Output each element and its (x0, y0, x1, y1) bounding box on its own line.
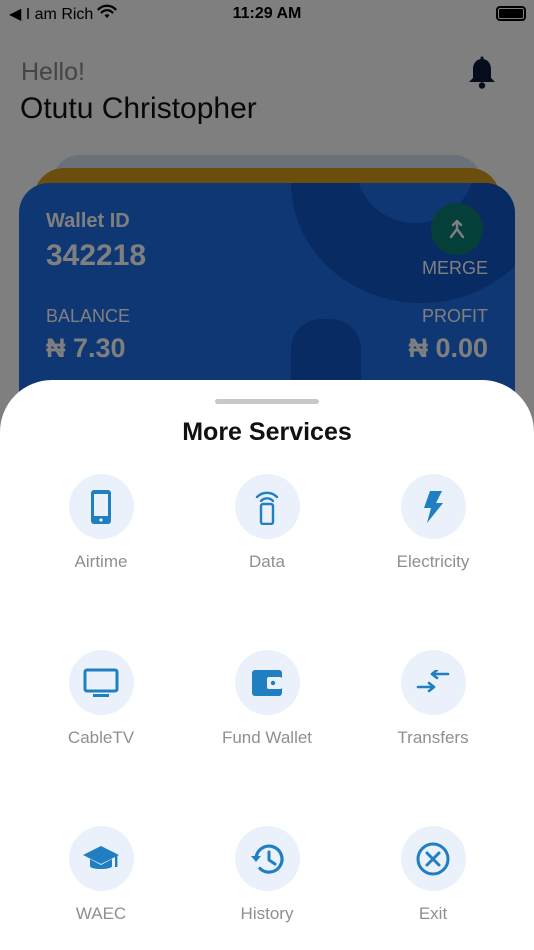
service-icon-circle (234, 474, 300, 539)
tv-icon (83, 668, 119, 697)
service-icon-circle (234, 826, 300, 891)
history-icon (251, 844, 284, 874)
wallet-icon (252, 669, 282, 696)
service-history[interactable]: History (184, 826, 350, 946)
service-label: Fund Wallet (221, 728, 313, 747)
service-label: Airtime (74, 552, 128, 571)
service-icon-circle (68, 826, 134, 891)
service-data[interactable]: Data (184, 474, 350, 594)
service-electricity[interactable]: Electricity (350, 474, 516, 594)
sheet-title: More Services (182, 418, 352, 446)
service-transfers[interactable]: Transfers (350, 650, 516, 770)
service-label: Electricity (396, 552, 470, 571)
transfer-icon (416, 669, 450, 692)
lightning-icon (424, 490, 443, 523)
data-icon (255, 491, 279, 525)
service-exit[interactable]: Exit (350, 826, 516, 946)
service-label: Exit (418, 904, 448, 923)
phone-icon (91, 489, 111, 524)
service-waec[interactable]: WAEC (18, 826, 184, 946)
service-label: CableTV (67, 728, 135, 747)
service-cabletv[interactable]: CableTV (18, 650, 184, 770)
service-icon-circle (400, 650, 466, 715)
service-airtime[interactable]: Airtime (18, 474, 184, 594)
service-icon-circle (400, 826, 466, 891)
service-label: History (240, 904, 294, 923)
graduation-cap-icon (83, 845, 119, 869)
service-label: Transfers (397, 728, 469, 747)
service-icon-circle (68, 650, 134, 715)
service-icon-circle (400, 474, 466, 539)
service-icon-circle (234, 650, 300, 715)
exit-icon (416, 842, 450, 875)
more-services-sheet: More Services Airtime Data Electricity C… (0, 380, 534, 950)
service-label: Data (249, 552, 285, 571)
sheet-drag-handle[interactable] (215, 399, 319, 404)
service-icon-circle (68, 474, 134, 539)
service-label: WAEC (75, 904, 127, 923)
service-fund-wallet[interactable]: Fund Wallet (184, 650, 350, 770)
